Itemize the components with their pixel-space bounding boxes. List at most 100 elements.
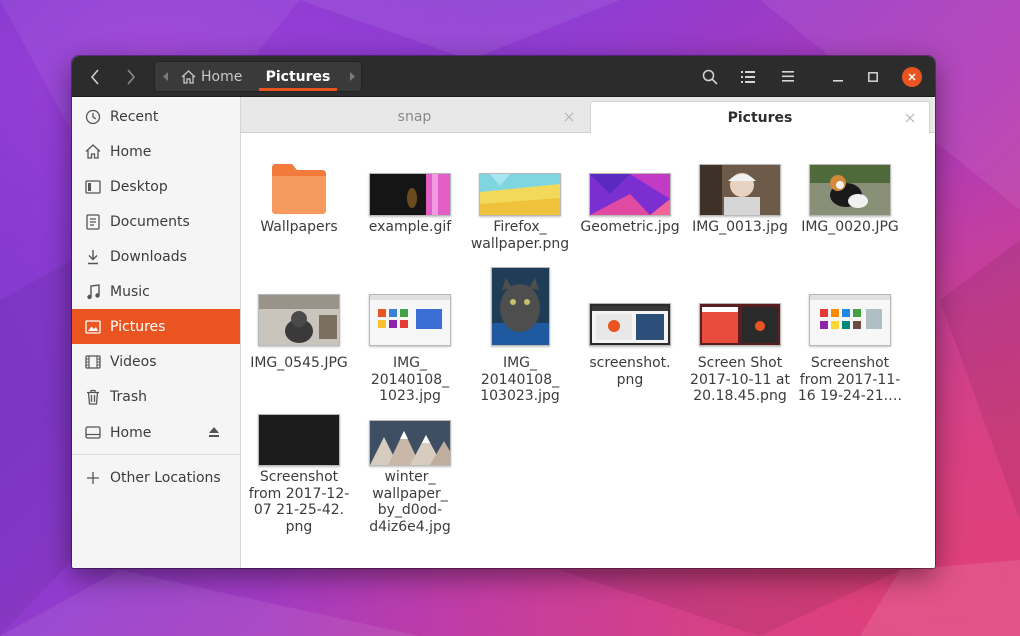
trash-icon (84, 388, 102, 406)
chevron-left-icon (90, 68, 99, 85)
path-current-label: Pictures (265, 68, 331, 85)
minimize-icon (833, 79, 843, 82)
image-thumbnail (699, 164, 781, 216)
sidebar-item-label: Music (110, 283, 150, 300)
sidebar-item-downloads[interactable]: Downloads (72, 239, 240, 274)
home-icon (181, 69, 196, 84)
forward-button[interactable] (116, 61, 146, 92)
sidebar-item-label: Downloads (110, 248, 187, 265)
image-thumbnail (479, 173, 561, 216)
sidebar-item-videos[interactable]: Videos (72, 344, 240, 379)
home-icon (84, 143, 102, 161)
image-thumbnail (258, 414, 340, 466)
sidebar-item-label: Home (110, 424, 152, 441)
path-current-button[interactable]: Pictures (257, 62, 339, 91)
close-icon[interactable] (564, 112, 574, 122)
sidebar-item-label: Other Locations (110, 469, 221, 486)
path-home-label: Home (201, 68, 243, 85)
sidebar-item-label: Desktop (110, 178, 168, 195)
path-active-indicator (259, 88, 337, 91)
sidebar-item-desktop[interactable]: Desktop (72, 169, 240, 204)
file-name: screenshot. png (589, 355, 671, 388)
desktop-icon (84, 178, 102, 196)
maximize-button[interactable] (859, 61, 887, 92)
path-scroll-right-button[interactable] (343, 62, 361, 91)
close-icon[interactable] (905, 113, 915, 123)
file-name: Wallpapers (260, 219, 338, 235)
maximize-icon (868, 71, 878, 82)
file-name: Firefox_ wallpaper.png (470, 219, 570, 252)
file-name: Screen Shot 2017-10-11 at 20.18.45.png (690, 355, 790, 404)
sidebar-item-label: Documents (110, 213, 190, 230)
path-home-button[interactable]: Home (181, 62, 242, 91)
chevron-right-icon (127, 68, 136, 85)
sidebar-item-recent[interactable]: Recent (72, 99, 240, 134)
image-thumbnail (369, 294, 451, 346)
file-name: IMG_ 20140108_ 1023.jpg (370, 355, 450, 404)
close-button[interactable] (902, 67, 922, 87)
image-thumbnail (809, 164, 891, 216)
path-scroll-left-button[interactable] (157, 62, 175, 91)
sidebar-item-label: Home (110, 143, 152, 160)
file-name: IMG_0013.jpg (692, 219, 788, 235)
file-name: Geometric.jpg (580, 219, 680, 235)
image-thumbnail (369, 173, 451, 216)
tab-snap[interactable]: snap (241, 101, 588, 133)
image-thumbnail (490, 267, 550, 346)
sidebar-item-home-drive[interactable]: Home (72, 415, 240, 450)
path-bar: Home Pictures (154, 61, 362, 92)
sidebar-item-documents[interactable]: Documents (72, 204, 240, 239)
sidebar-item-trash[interactable]: Trash (72, 379, 240, 414)
back-button[interactable] (80, 61, 110, 92)
image-thumbnail (589, 303, 671, 346)
sidebar-item-pictures[interactable]: Pictures (72, 309, 240, 344)
sidebar-item-label: Videos (110, 353, 157, 370)
sidebar-item-music[interactable]: Music (72, 274, 240, 309)
file-name: IMG_0020.JPG (801, 219, 899, 235)
sidebar-separator (72, 454, 240, 455)
folder-icon (272, 164, 326, 214)
file-name: IMG_ 20140108_ 103023.jpg (480, 355, 560, 404)
film-icon (84, 353, 102, 371)
hamburger-menu-icon (782, 71, 794, 82)
document-icon (84, 213, 102, 231)
file-name: IMG_0545.JPG (250, 355, 348, 371)
eject-icon[interactable] (207, 425, 221, 439)
file-name: example.gif (368, 219, 452, 235)
file-grid: Wallpapers example.gif Firefox_ wallpape… (241, 134, 935, 568)
download-icon (84, 248, 102, 266)
file-manager-window: Home Pictures Recent Home Desktop Docume… (72, 56, 935, 568)
tab-label: snap (397, 109, 432, 125)
image-thumbnail (589, 173, 671, 216)
triangle-left-icon (163, 72, 168, 81)
sidebar-item-label: Trash (110, 388, 147, 405)
places-sidebar: Recent Home Desktop Documents Downloads … (72, 97, 241, 568)
music-note-icon (84, 283, 102, 301)
clock-icon (84, 108, 102, 126)
view-toggle-button[interactable] (734, 61, 762, 92)
menu-button[interactable] (774, 61, 802, 92)
list-view-icon (741, 70, 755, 83)
sidebar-item-label: Recent (110, 108, 159, 125)
tab-label: Pictures (727, 109, 793, 126)
close-icon (908, 73, 916, 81)
file-name: Screenshot from 2017-11- 16 19-24-21.… (797, 355, 903, 404)
image-thumbnail (369, 420, 451, 466)
file-name: Screenshot from 2017-12- 07 21-25-42. pn… (248, 469, 350, 535)
minimize-button[interactable] (824, 61, 852, 92)
tab-bar: snap Pictures (241, 97, 935, 134)
picture-icon (84, 318, 102, 336)
tab-pictures[interactable]: Pictures (590, 101, 930, 134)
drive-icon (84, 424, 102, 442)
search-icon (702, 69, 718, 85)
plus-icon (84, 469, 102, 487)
triangle-right-icon (350, 72, 355, 81)
image-thumbnail (699, 303, 781, 346)
sidebar-item-other-locations[interactable]: Other Locations (72, 460, 240, 495)
search-button[interactable] (696, 61, 724, 92)
header-bar: Home Pictures (72, 56, 935, 97)
sidebar-item-home[interactable]: Home (72, 134, 240, 169)
image-thumbnail (258, 294, 340, 346)
image-thumbnail (809, 294, 891, 346)
sidebar-item-label: Pictures (110, 318, 166, 335)
